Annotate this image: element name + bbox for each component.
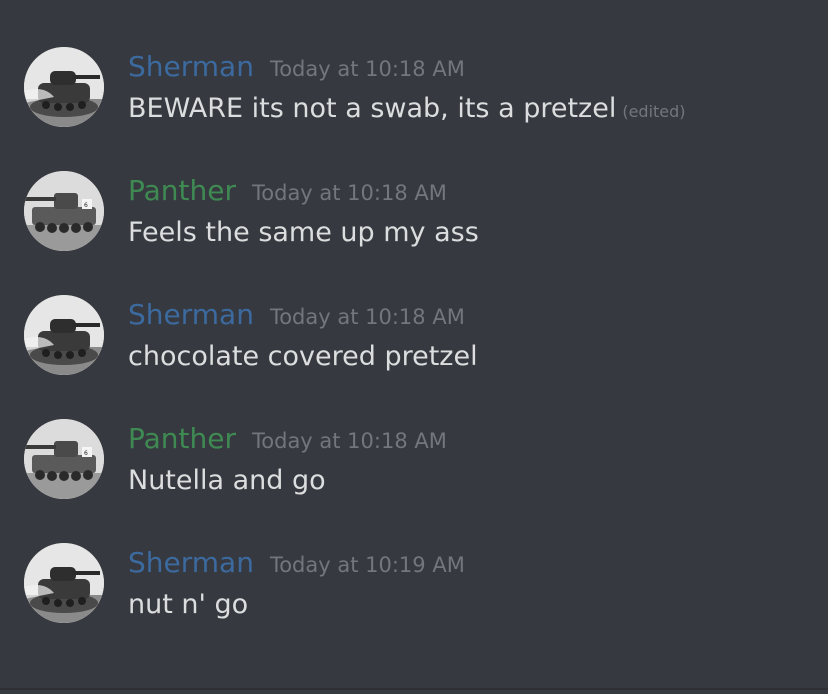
message-item: 6 Panther Today at 10:18 AM Nutella and g… <box>0 419 828 509</box>
message-header: Sherman Today at 10:18 AM <box>128 47 465 87</box>
panther-tank-avatar-icon[interactable]: 6 <box>24 171 104 251</box>
message-item: Sherman Today at 10:18 AM chocolate cover… <box>0 295 828 385</box>
message-content: Nutella and go <box>128 465 326 496</box>
message-item: Sherman Today at 10:19 AM nut n' go <box>0 543 828 633</box>
timestamp: Today at 10:18 AM <box>252 181 447 205</box>
timestamp: Today at 10:18 AM <box>252 429 447 453</box>
message-text: nut n' go <box>128 587 248 623</box>
author-name[interactable]: Sherman <box>128 47 254 87</box>
author-name[interactable]: Panther <box>128 171 236 211</box>
edited-label: (edited) <box>622 102 686 121</box>
message-content: BEWARE its not a swab, its a pretzel <box>128 93 617 124</box>
message-text: BEWARE its not a swab, its a pretzel (edi… <box>128 91 686 130</box>
sherman-tank-avatar-icon[interactable] <box>24 47 104 127</box>
message-item: 6 Panther Today at 10:18 AM Feels the sam… <box>0 171 828 261</box>
timestamp: Today at 10:18 AM <box>269 57 465 81</box>
message-header: Sherman Today at 10:19 AM <box>128 543 465 583</box>
message-content: Feels the same up my ass <box>128 217 479 248</box>
sherman-tank-avatar-icon[interactable] <box>24 543 104 623</box>
message-item: Sherman Today at 10:18 AM BEWARE its not … <box>0 47 828 137</box>
divider <box>0 688 828 690</box>
svg-text:6: 6 <box>84 450 88 457</box>
timestamp: Today at 10:19 AM <box>269 553 465 577</box>
sherman-tank-avatar-icon[interactable] <box>24 295 104 375</box>
author-name[interactable]: Panther <box>128 419 236 459</box>
author-name[interactable]: Sherman <box>128 295 254 335</box>
message-header: Sherman Today at 10:18 AM <box>128 295 465 335</box>
message-text: chocolate covered pretzel <box>128 339 478 375</box>
panther-tank-avatar-icon[interactable]: 6 <box>24 419 104 499</box>
timestamp: Today at 10:18 AM <box>269 305 465 329</box>
message-text: Feels the same up my ass <box>128 215 479 251</box>
message-header: Panther Today at 10:18 AM <box>128 171 447 211</box>
message-content: nut n' go <box>128 589 249 620</box>
message-text: Nutella and go <box>128 463 326 499</box>
message-content: chocolate covered pretzel <box>128 341 478 372</box>
message-header: Panther Today at 10:18 AM <box>128 419 447 459</box>
author-name[interactable]: Sherman <box>128 543 254 583</box>
chat-message-list: Sherman Today at 10:18 AM BEWARE its not … <box>0 0 828 694</box>
svg-text:6: 6 <box>84 202 88 209</box>
